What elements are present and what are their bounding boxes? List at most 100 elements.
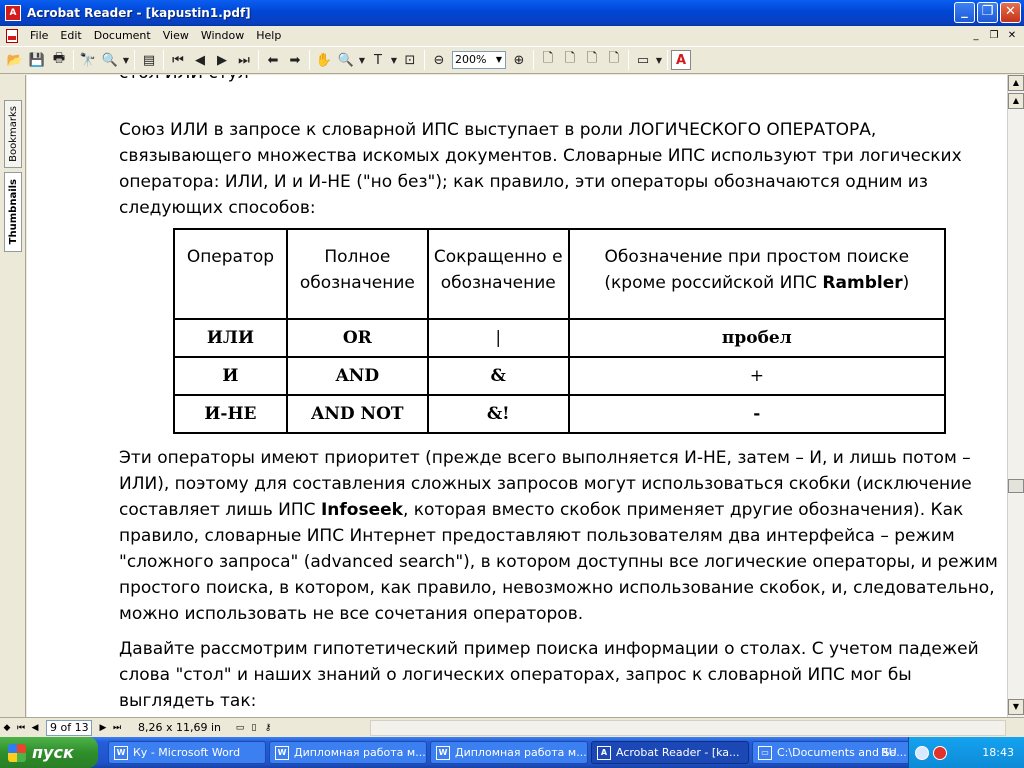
horizontal-scrollbar[interactable] bbox=[370, 720, 1006, 736]
show-navigation-pane-icon[interactable]: ▤ bbox=[138, 49, 160, 71]
table-row: И AND & + bbox=[173, 356, 947, 396]
menu-view[interactable]: View bbox=[157, 26, 195, 46]
start-button[interactable]: пуск bbox=[0, 737, 98, 768]
taskbar-item-diploma-2[interactable]: W Дипломная работа м... bbox=[430, 741, 588, 764]
page-layout-continuous-icon[interactable]: ▯ bbox=[247, 720, 261, 736]
next-page-icon[interactable]: ▶ bbox=[96, 720, 110, 736]
menu-document[interactable]: Document bbox=[88, 26, 157, 46]
table-cell: OR bbox=[285, 318, 429, 358]
previous-page-scroll-icon[interactable]: ▲ bbox=[1008, 93, 1024, 109]
menu-window[interactable]: Window bbox=[195, 26, 250, 46]
go-back-icon[interactable]: ⬅ bbox=[262, 49, 284, 71]
network-icon[interactable] bbox=[915, 745, 929, 760]
table-cell: AND bbox=[285, 356, 429, 396]
menu-edit[interactable]: Edit bbox=[54, 26, 87, 46]
tab-bookmarks[interactable]: Bookmarks bbox=[4, 100, 22, 168]
close-button[interactable]: ✕ bbox=[1000, 2, 1021, 23]
tab-thumbnails[interactable]: Thumbnails bbox=[4, 172, 22, 252]
table-cell: И-НЕ bbox=[173, 394, 288, 434]
actual-size-icon[interactable]: 🗋 bbox=[537, 49, 559, 71]
zoom-in-icon[interactable]: ⊕ bbox=[508, 49, 530, 71]
paragraph-1: Союз ИЛИ в запросе к словарной ИПС высту… bbox=[119, 120, 962, 218]
scroll-down-icon[interactable]: ▼ bbox=[1008, 699, 1024, 715]
scroll-mode-icon[interactable]: ◆ bbox=[0, 720, 14, 736]
toolbar-separator bbox=[73, 50, 74, 70]
toolbar-separator bbox=[424, 50, 425, 70]
language-indicator[interactable]: RU bbox=[881, 746, 897, 759]
start-label: пуск bbox=[32, 743, 74, 762]
security-alert-icon[interactable] bbox=[933, 745, 947, 760]
table-cell: пробел bbox=[567, 318, 947, 358]
doc-minimize-button[interactable]: _ bbox=[968, 29, 984, 43]
scroll-up-icon[interactable]: ▲ bbox=[1008, 75, 1024, 91]
find-icon[interactable]: 🔭 bbox=[77, 49, 99, 71]
table-cell: И bbox=[173, 356, 288, 396]
last-page-icon[interactable]: ⏭ bbox=[110, 720, 124, 736]
taskbar: пуск W Ку - Microsoft Word W Дипломная р… bbox=[0, 737, 1024, 768]
chevron-down-icon[interactable]: ▼ bbox=[121, 49, 131, 71]
save-icon[interactable]: 💾 bbox=[26, 49, 48, 71]
taskbar-item-word[interactable]: W Ку - Microsoft Word bbox=[108, 741, 266, 764]
snapshot-tool-icon[interactable]: ⊡ bbox=[399, 49, 421, 71]
chevron-down-icon[interactable]: ▼ bbox=[357, 49, 367, 71]
table-row: И-НЕ AND NOT &! - bbox=[173, 394, 947, 434]
first-page-icon[interactable]: ⏮ bbox=[167, 49, 189, 71]
table-header-cell: Обозначение при простом поиске (кроме ро… bbox=[567, 228, 947, 320]
zoom-select[interactable]: 200% ▼ bbox=[452, 51, 506, 69]
vertical-scrollbar[interactable]: ▲ ▲ ▼ bbox=[1007, 75, 1024, 717]
previous-page-icon[interactable]: ◀ bbox=[189, 49, 211, 71]
text-select-tool-icon[interactable]: T bbox=[367, 49, 389, 71]
toolbar-separator bbox=[258, 50, 259, 70]
hand-tool-icon[interactable]: ✋ bbox=[313, 49, 335, 71]
word-icon: W bbox=[436, 745, 450, 760]
adobe-logo-icon[interactable]: A bbox=[671, 50, 691, 70]
toolbar-separator bbox=[667, 50, 668, 70]
chevron-down-icon[interactable]: ▼ bbox=[654, 49, 664, 71]
clock[interactable]: 18:43 bbox=[982, 746, 1014, 759]
next-page-icon[interactable]: ▶ bbox=[211, 49, 233, 71]
doc-restore-button[interactable]: ❐ bbox=[986, 29, 1002, 43]
table-cell: | bbox=[426, 318, 570, 358]
first-page-icon[interactable]: ⏮ bbox=[14, 720, 28, 736]
toolbar-separator bbox=[163, 50, 164, 70]
last-page-icon[interactable]: ⏭ bbox=[233, 49, 255, 71]
folder-icon: ▭ bbox=[758, 745, 772, 760]
page-number-field[interactable]: 9 of 13 bbox=[46, 719, 92, 736]
zoom-out-icon[interactable]: ⊖ bbox=[428, 49, 450, 71]
navigation-tabs: Bookmarks Thumbnails bbox=[0, 75, 26, 717]
menu-help[interactable]: Help bbox=[250, 26, 287, 46]
doc-close-button[interactable]: ✕ bbox=[1004, 29, 1020, 43]
open-icon[interactable]: 📂 bbox=[4, 49, 26, 71]
document-view[interactable]: стол ИЛИ стул Союз ИЛИ в запросе к слова… bbox=[27, 75, 1007, 717]
operators-table: Оператор Полное обозначение Сокращенно е… bbox=[173, 228, 947, 434]
fit-page-icon[interactable]: 🗋 bbox=[559, 49, 581, 71]
restore-button[interactable]: ❐ bbox=[977, 2, 998, 23]
minimize-button[interactable]: _ bbox=[954, 2, 975, 23]
zoom-value: 200% bbox=[455, 53, 487, 66]
toolbar: 📂 💾 🖶 🔭 🔍 ▼ ▤ ⏮ ◀ ▶ ⏭ ⬅ ➡ ✋ 🔍 ▼ T ▼ ⊡ ⊖ … bbox=[0, 46, 1024, 74]
key-icon: ⚷ bbox=[264, 722, 272, 733]
go-forward-icon[interactable]: ➡ bbox=[284, 49, 306, 71]
taskbar-item-label: Ку - Microsoft Word bbox=[133, 746, 241, 759]
chevron-down-icon[interactable]: ▼ bbox=[389, 49, 399, 71]
table-header-cell: Полное обозначение bbox=[285, 228, 429, 320]
page-layout-single-icon[interactable]: ▭ bbox=[233, 720, 247, 736]
chevron-down-icon[interactable]: ▼ bbox=[493, 52, 505, 68]
table-header-cell: Сокращенно е обозначение bbox=[426, 228, 570, 320]
search-icon[interactable]: 🔍 bbox=[99, 49, 121, 71]
page-layout-icon[interactable]: ▭ bbox=[632, 49, 654, 71]
taskbar-item-acrobat[interactable]: A Acrobat Reader - [ka... bbox=[591, 741, 749, 764]
previous-page-icon[interactable]: ◀ bbox=[28, 720, 42, 736]
tab-thumbnails-label: Thumbnails bbox=[7, 179, 19, 245]
windows-flag-icon bbox=[8, 743, 26, 762]
table-header-row: Оператор Полное обозначение Сокращенно е… bbox=[173, 228, 947, 320]
menu-file[interactable]: File bbox=[24, 26, 54, 46]
print-icon[interactable]: 🖶 bbox=[48, 49, 70, 71]
rotate-icon[interactable]: 🗋 bbox=[603, 49, 625, 71]
document-icon[interactable] bbox=[6, 29, 18, 43]
taskbar-item-diploma-1[interactable]: W Дипломная работа м... bbox=[269, 741, 427, 764]
scroll-thumb[interactable] bbox=[1008, 479, 1024, 493]
system-tray: RU 18:43 bbox=[881, 737, 1024, 768]
zoom-in-tool-icon[interactable]: 🔍 bbox=[335, 49, 357, 71]
fit-width-icon[interactable]: 🗋 bbox=[581, 49, 603, 71]
